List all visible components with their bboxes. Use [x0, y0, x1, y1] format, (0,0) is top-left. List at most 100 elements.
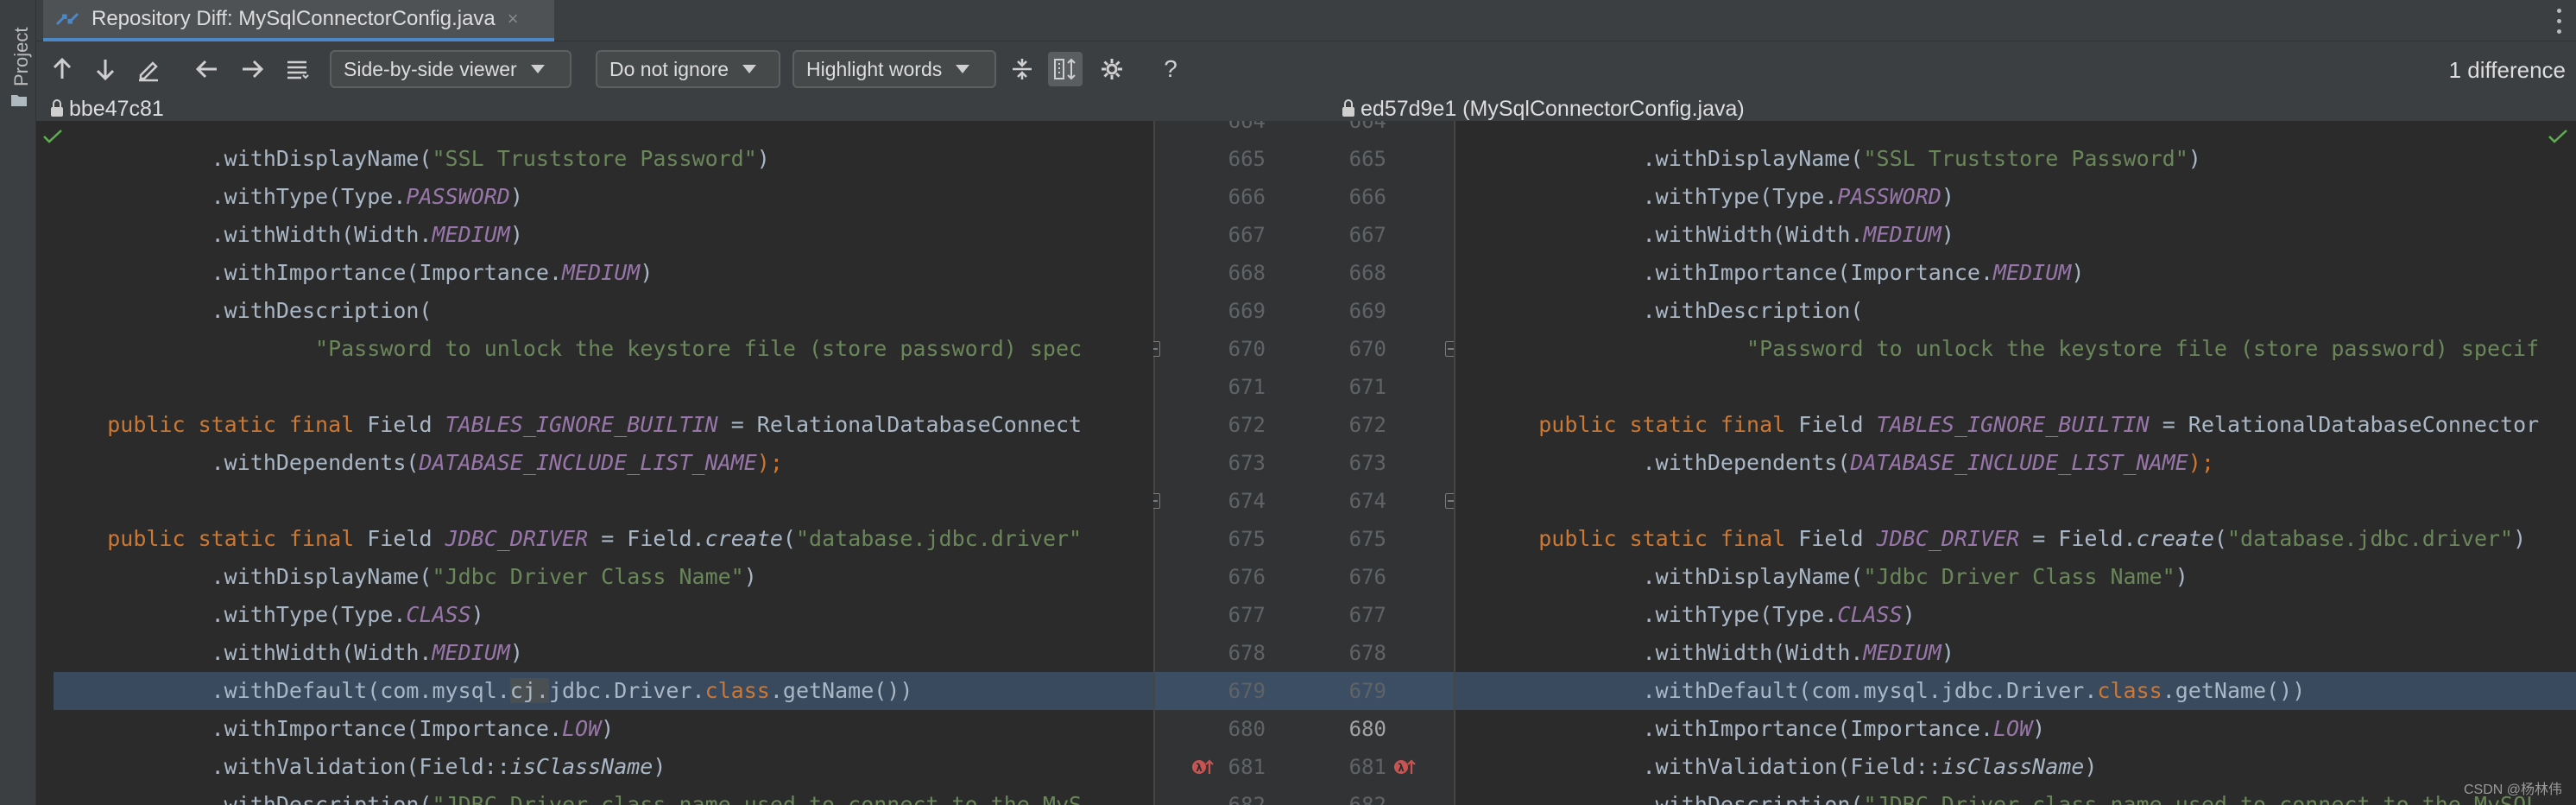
code-line[interactable]: public static final Field TABLES_IGNORE_…	[36, 406, 1153, 444]
code-line[interactable]: .withType(Type.PASSWORD)	[36, 178, 1153, 216]
highlight-mode-dropdown[interactable]: Highlight words	[792, 50, 996, 88]
right-line-number: 668	[1348, 261, 1386, 285]
lock-icon	[1342, 99, 1354, 117]
code-token: .withDisplayName(	[55, 146, 432, 171]
close-tab-icon[interactable]: ×	[508, 8, 519, 30]
code-token: .withDisplayName(	[1487, 564, 1864, 589]
fold-marker-icon[interactable]	[1445, 341, 1455, 357]
code-token: .withImportance(Importance.	[1487, 260, 1993, 285]
right-editor[interactable]: .withDisplayName("SSL Truststore Passwor…	[1455, 121, 2576, 805]
code-token: class	[2097, 678, 2162, 703]
code-token: .withValidation(Field::	[1487, 754, 1941, 779]
diff-icon	[55, 12, 79, 26]
right-line-number: 667	[1348, 223, 1386, 247]
code-token: isClassName	[509, 754, 653, 779]
code-token: )	[2071, 260, 2085, 285]
edit-source-button[interactable]	[131, 52, 166, 86]
watermark-text: CSDN @杨林伟	[2463, 783, 2562, 797]
next-difference-button[interactable]	[88, 52, 123, 86]
more-options-icon[interactable]	[2552, 5, 2566, 36]
code-line[interactable]: .withImportance(Importance.LOW)	[36, 710, 1153, 748]
code-line[interactable]: .withDescription(	[36, 292, 1153, 330]
previous-difference-button[interactable]	[45, 52, 79, 86]
code-line[interactable]: .withValidation(Field::isClassName)	[36, 748, 1153, 786]
lock-icon	[51, 99, 63, 117]
code-line[interactable]: .withDescription("JDBC Driver class name…	[36, 786, 1153, 805]
code-line[interactable]: .withWidth(Width.MEDIUM)	[36, 634, 1153, 672]
code-token: TABLES_IGNORE_BUILTIN	[445, 412, 718, 437]
diff-settings-button[interactable]	[1095, 52, 1129, 86]
code-line[interactable]: .withWidth(Width.MEDIUM)	[36, 216, 1153, 254]
code-line[interactable]: .withDisplayName("Jdbc Driver Class Name…	[1455, 558, 2576, 596]
left-line-number: 674	[1228, 489, 1266, 513]
code-line[interactable]: .withType(Type.CLASS)	[36, 596, 1153, 634]
code-line[interactable]: .withDependents(DATABASE_INCLUDE_LIST_NA…	[36, 444, 1153, 482]
code-line[interactable]	[1455, 482, 2576, 520]
code-token: )	[509, 184, 523, 209]
collapse-unchanged-button[interactable]	[1005, 52, 1039, 86]
code-token: public static final	[107, 526, 368, 551]
file-list-button[interactable]	[280, 52, 314, 86]
code-token: )	[1941, 222, 1954, 247]
code-line[interactable]: .withImportance(Importance.LOW)	[1455, 710, 2576, 748]
code-token: )	[2032, 716, 2046, 741]
code-token: .withDisplayName(	[1487, 146, 1864, 171]
code-line[interactable]: .withDisplayName("Jdbc Driver Class Name…	[36, 558, 1153, 596]
previous-file-button[interactable]	[190, 52, 224, 86]
code-token: Field	[367, 526, 445, 551]
left-editor[interactable]: .withDisplayName("SSL Truststore Passwor…	[36, 121, 1153, 805]
viewer-mode-dropdown[interactable]: Side-by-side viewer	[330, 50, 571, 88]
code-line[interactable]: .withImportance(Importance.MEDIUM)	[1455, 254, 2576, 292]
code-token: "database.jdbc.driver"	[2226, 526, 2514, 551]
ignore-whitespace-dropdown[interactable]: Do not ignore	[596, 50, 780, 88]
code-line[interactable]: .withDefault(com.mysql.jdbc.Driver.class…	[1455, 672, 2576, 710]
code-line[interactable]: .withDefault(com.mysql.cj.jdbc.Driver.cl…	[54, 672, 1153, 710]
code-token: LOW	[562, 716, 602, 741]
tab-repository-diff[interactable]: Repository Diff: MySqlConnectorConfig.ja…	[43, 0, 554, 41]
lambda-method-marker-icon[interactable]: λ	[1393, 757, 1416, 777]
left-line-number: 665	[1228, 147, 1266, 171]
code-line[interactable]	[36, 368, 1153, 406]
chevron-down-icon	[530, 65, 545, 73]
code-token: .withImportance(Importance.	[1487, 716, 1993, 741]
next-file-button[interactable]	[235, 52, 269, 86]
help-button[interactable]: ?	[1153, 52, 1188, 86]
code-line[interactable]: .withWidth(Width.MEDIUM)	[1455, 634, 2576, 672]
left-line-number: 664	[1228, 121, 1266, 133]
code-token: "Password to unlock the keystore file (s…	[315, 336, 1083, 361]
code-token: .withDependents(	[55, 450, 420, 475]
code-token: public static final	[1538, 412, 1799, 437]
code-line[interactable]	[36, 482, 1153, 520]
code-token: .withDescription(	[1487, 792, 1864, 805]
code-line[interactable]: "Password to unlock the keystore file (s…	[36, 330, 1153, 368]
code-line[interactable]: .withDependents(DATABASE_INCLUDE_LIST_NA…	[1455, 444, 2576, 482]
code-line[interactable]: .withImportance(Importance.MEDIUM)	[36, 254, 1153, 292]
code-token: );	[756, 450, 783, 475]
lambda-method-marker-icon[interactable]: λ	[1191, 757, 1214, 777]
fold-marker-icon[interactable]	[1153, 341, 1160, 357]
code-line[interactable]: public static final Field JDBC_DRIVER = …	[1455, 520, 2576, 558]
fold-marker-icon[interactable]	[1445, 493, 1455, 509]
right-line-number: 673	[1348, 451, 1386, 475]
code-line[interactable]: .withDisplayName("SSL Truststore Passwor…	[1455, 140, 2576, 178]
left-revision-label: bbe47c81	[69, 97, 164, 121]
code-line[interactable]: public static final Field TABLES_IGNORE_…	[1455, 406, 2576, 444]
code-line[interactable]	[1455, 368, 2576, 406]
code-token: )	[653, 754, 666, 779]
code-line[interactable]: .withValidation(Field::isClassName)	[1455, 748, 2576, 786]
code-line[interactable]: .withDisplayName("SSL Truststore Passwor…	[36, 140, 1153, 178]
code-line[interactable]: .withDescription(	[1455, 292, 2576, 330]
right-line-number: 664	[1348, 121, 1386, 133]
code-line[interactable]: .withWidth(Width.MEDIUM)	[1455, 216, 2576, 254]
code-line[interactable]: .withType(Type.PASSWORD)	[1455, 178, 2576, 216]
code-line[interactable]: .withType(Type.CLASS)	[1455, 596, 2576, 634]
code-line[interactable]: public static final Field JDBC_DRIVER = …	[36, 520, 1153, 558]
code-token: MEDIUM	[562, 260, 641, 285]
code-token: )	[756, 146, 770, 171]
code-line[interactable]: .withDescription("JDBC Driver class name…	[1455, 786, 2576, 805]
project-tool-window-tab[interactable]: Project	[3, 7, 33, 106]
fold-marker-icon[interactable]	[1153, 493, 1160, 509]
code-line[interactable]: "Password to unlock the keystore file (s…	[1455, 330, 2576, 368]
synchronize-scrolling-toggle[interactable]	[1048, 52, 1083, 86]
